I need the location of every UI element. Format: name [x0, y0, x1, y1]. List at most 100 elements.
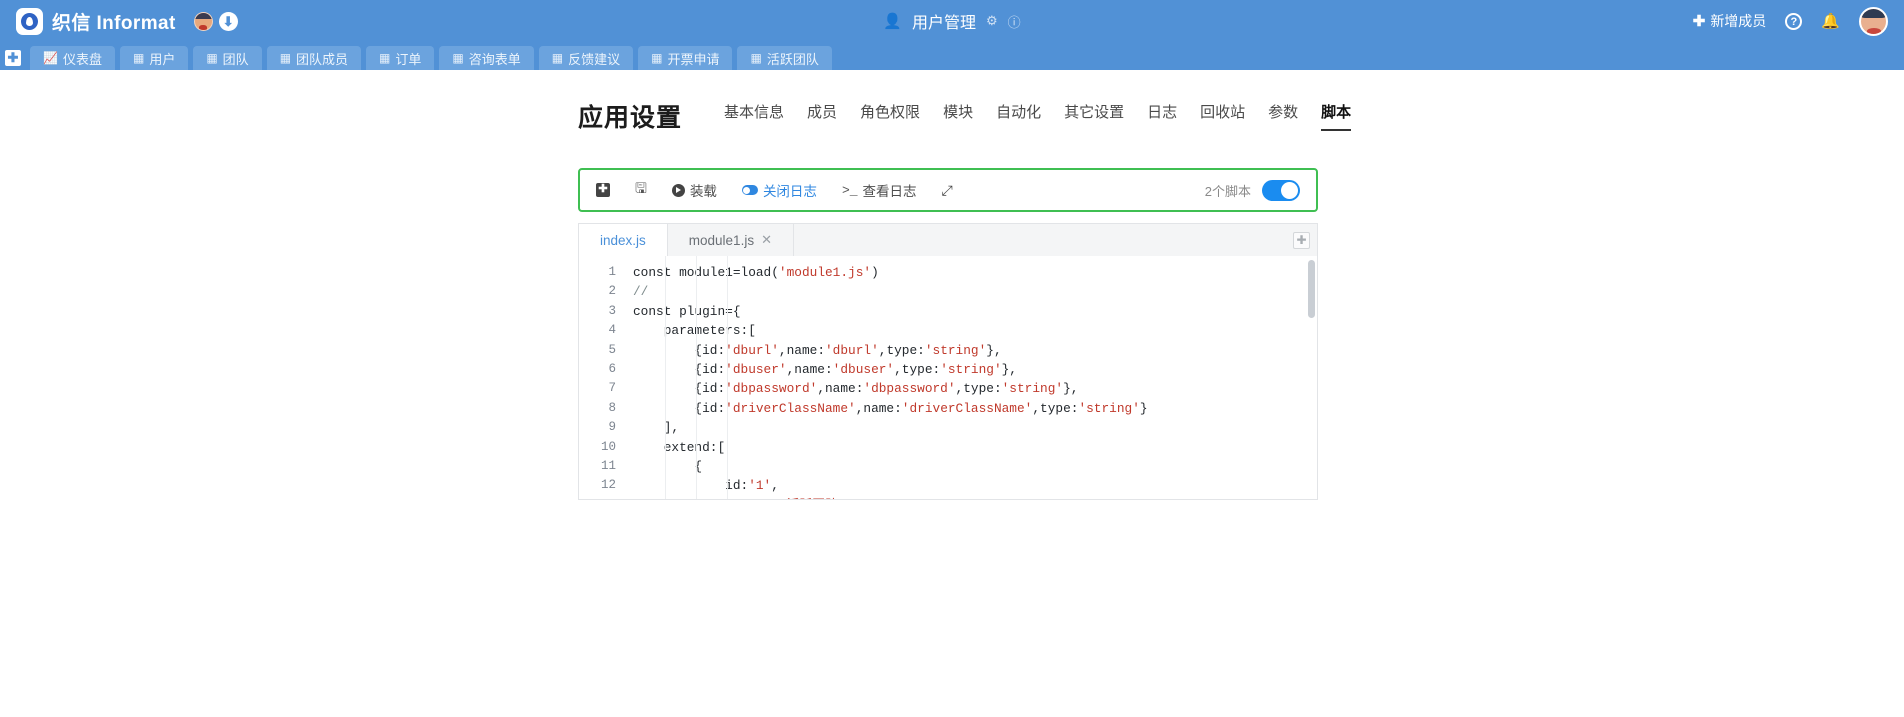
download-circle-icon[interactable]: ⬇	[218, 11, 238, 31]
code-line: parameters:[	[633, 323, 756, 339]
save-script-button[interactable]: 🖫	[635, 178, 647, 202]
expand-editor-button[interactable]: ⤢	[942, 182, 953, 199]
file-tab-module1-js[interactable]: module1.js ✕	[668, 224, 794, 256]
close-icon[interactable]: ✕	[761, 232, 772, 248]
plus-icon: ✚	[1692, 13, 1706, 30]
module-tab-label: 反馈建议	[568, 51, 621, 67]
page-header: 应用设置 基本信息 成员 角色权限 模块 自动化 其它设置 日志 回收站 参数 …	[0, 70, 1904, 134]
top-header-bar: 织信 Informat ⬇ 👤 用户管理 ⚙ ⓘ ✚ 新增成员 ? 🔔	[0, 0, 1904, 42]
question-circle-icon[interactable]: ?	[1785, 12, 1803, 30]
load-button[interactable]: 装载	[671, 180, 717, 200]
code-line: module:'活跃团队',	[625, 496, 1317, 499]
new-script-icon: ✚	[596, 183, 610, 197]
code-line: extend:[	[633, 439, 726, 455]
avatar[interactable]	[1859, 6, 1888, 36]
editor-toolbar: ✚ 🖫 装载 关闭日志 >_ 查看日志 ⤢ 2个脚本	[578, 168, 1318, 212]
line-number: 11	[600, 459, 616, 474]
module-tab-invoice-request[interactable]: ▦ 开票申请	[638, 46, 733, 70]
table-icon: ▦	[452, 51, 464, 65]
module-tab-dashboard[interactable]: 📈 仪表盘	[30, 46, 115, 70]
line-number: 6	[608, 362, 616, 377]
table-icon: ▦	[551, 51, 564, 65]
tab-scripts[interactable]: 脚本	[1321, 101, 1352, 131]
code-line: {id:'driverClassName',name:'driverClassN…	[633, 400, 1148, 416]
tab-recycle-bin[interactable]: 回收站	[1200, 101, 1245, 131]
line-number: 4	[608, 323, 616, 338]
vertical-scrollbar[interactable]	[1308, 260, 1315, 318]
script-editor-section: ✚ 🖫 装载 关闭日志 >_ 查看日志 ⤢ 2个脚本 index.js modu…	[0, 134, 1904, 500]
code-line: {	[633, 459, 703, 475]
current-module-title: 用户管理	[912, 15, 977, 32]
code-editor-area[interactable]: 1 2 3 4 5 6 7 8 9 10 11 12 13 14 15 16 1	[578, 256, 1318, 500]
add-module-button[interactable]: ✚	[5, 50, 21, 66]
tab-role-permissions[interactable]: 角色权限	[860, 101, 920, 131]
load-label: 装载	[689, 184, 717, 199]
code-line: {id:'dbuser',name:'dbuser',type:'string'…	[633, 362, 1017, 378]
info-icon[interactable]: ⓘ	[1008, 12, 1021, 31]
code-line: const plugin={	[633, 303, 741, 319]
line-number: 13	[579, 496, 625, 499]
enabled-toggle-icon[interactable]	[1262, 179, 1300, 201]
file-tab-label: module1.js	[688, 232, 755, 248]
save-disk-icon: 🖫	[635, 180, 647, 196]
module-tab-users[interactable]: ▦ 用户	[119, 46, 189, 70]
table-icon: ▦	[379, 51, 391, 65]
close-log-label: 关闭日志	[762, 184, 817, 199]
module-tab-label: 开票申请	[667, 51, 720, 67]
settings-tab-list: 基本信息 成员 角色权限 模块 自动化 其它设置 日志 回收站 参数 脚本	[724, 101, 1352, 134]
code-line: const module1=load('module1.js')	[633, 265, 879, 280]
add-member-label: 新增成员	[1710, 13, 1767, 29]
code-line: //	[633, 284, 649, 300]
add-file-button[interactable]: ✚	[1293, 231, 1310, 249]
module-tab-feedback[interactable]: ▦ 反馈建议	[538, 46, 634, 70]
file-tab-bar: index.js module1.js ✕ ✚	[578, 223, 1318, 256]
view-log-label: 查看日志	[862, 184, 917, 199]
line-number: 9	[608, 420, 616, 435]
play-circle-icon	[671, 183, 685, 197]
module-tab-label: 订单	[395, 51, 422, 67]
mini-avatar-icon[interactable]	[193, 11, 213, 31]
line-number: 2	[608, 284, 616, 299]
module-tab-orders[interactable]: ▦ 订单	[366, 46, 435, 70]
line-number: 3	[608, 303, 616, 318]
close-log-toggle[interactable]: 关闭日志	[741, 180, 817, 200]
brand-name: 织信 Informat	[52, 12, 176, 34]
line-number: 12	[600, 478, 616, 493]
module-tab-label: 团队	[222, 51, 249, 67]
code-line: {id:'dbpassword',name:'dbpassword',type:…	[633, 381, 1079, 397]
tab-other-settings[interactable]: 其它设置	[1064, 101, 1124, 131]
line-number: 5	[608, 342, 616, 357]
script-count-label: 2个脚本	[1204, 183, 1251, 199]
tab-automation[interactable]: 自动化	[996, 101, 1041, 131]
module-tab-active-teams[interactable]: ▦ 活跃团队	[737, 46, 832, 70]
line-number: 8	[608, 400, 616, 415]
main-content: 应用设置 基本信息 成员 角色权限 模块 自动化 其它设置 日志 回收站 参数 …	[0, 70, 1904, 717]
tab-modules[interactable]: 模块	[943, 101, 973, 131]
module-tab-label: 用户	[149, 51, 176, 67]
table-icon: ▦	[132, 51, 145, 65]
brand-icons: ⬇	[193, 11, 238, 31]
tab-basic-info[interactable]: 基本信息	[724, 101, 784, 131]
module-tab-team-members[interactable]: ▦ 团队成员	[266, 46, 362, 70]
code-text[interactable]: const module1=load('module1.js') // cons…	[625, 256, 1317, 499]
file-tab-index-js[interactable]: index.js	[579, 224, 668, 256]
tab-parameters[interactable]: 参数	[1268, 101, 1298, 131]
module-tab-teams[interactable]: ▦ 团队	[193, 46, 262, 70]
module-tab-label: 活跃团队	[766, 51, 819, 67]
new-script-button[interactable]: ✚	[596, 183, 610, 197]
file-tab-label: index.js	[600, 232, 646, 248]
user-icon: 👤	[883, 13, 902, 30]
drop-logo-icon	[16, 7, 43, 35]
view-log-button[interactable]: >_ 查看日志	[842, 180, 917, 200]
tab-logs[interactable]: 日志	[1147, 101, 1177, 131]
module-tab-label: 团队成员	[296, 51, 349, 67]
code-line: ],	[633, 420, 680, 436]
gear-icon[interactable]: ⚙	[986, 13, 998, 29]
chart-icon: 📈	[43, 51, 58, 65]
header-center: 👤 用户管理 ⚙ ⓘ	[0, 9, 1904, 33]
add-member-button[interactable]: ✚ 新增成员	[1693, 11, 1767, 31]
module-tab-consult-form[interactable]: ▦ 咨询表单	[439, 46, 534, 70]
tab-members[interactable]: 成员	[807, 101, 837, 131]
table-icon: ▦	[651, 51, 663, 65]
bell-icon[interactable]: 🔔	[1821, 12, 1840, 30]
